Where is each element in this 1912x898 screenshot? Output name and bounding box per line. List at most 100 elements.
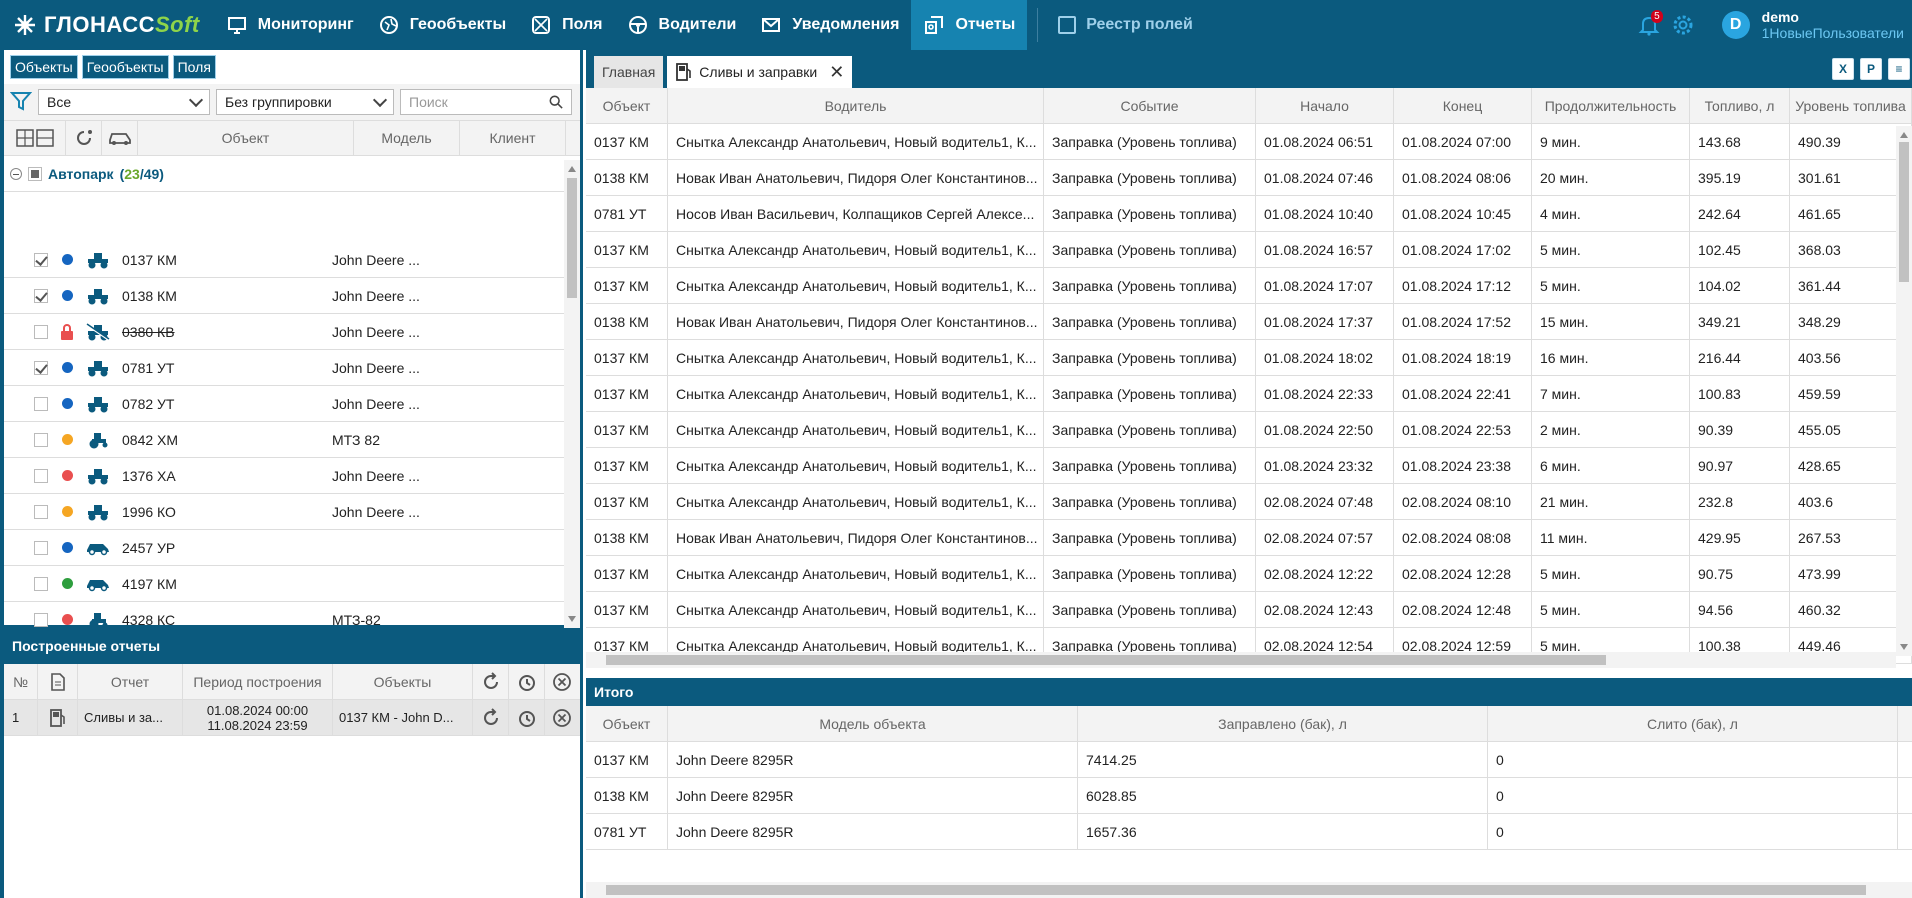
- expand-collapse-icon[interactable]: [4, 121, 66, 155]
- col-object[interactable]: Объект: [138, 121, 354, 155]
- avatar[interactable]: D: [1721, 11, 1750, 39]
- table-row[interactable]: 0137 КМ Снытка Александр Анатольевич, Нов…: [586, 376, 1912, 412]
- table-row[interactable]: 0137 КМ Снытка Александр Анатольевич, Нов…: [586, 592, 1912, 628]
- table-row[interactable]: 0781 УТ Носов Иван Васильевич, Колпащиков…: [586, 196, 1912, 232]
- table-row[interactable]: 0137 КМ Снытка Александр Анатольевич, Нов…: [586, 232, 1912, 268]
- col-7[interactable]: Уровень топлива: [1790, 88, 1912, 123]
- col-1[interactable]: Водитель: [668, 88, 1044, 123]
- table-row[interactable]: 0137 КМ Снытка Александр Анатольевич, Нов…: [586, 556, 1912, 592]
- table-row[interactable]: 0138 КМ Новак Иван Анатольевич, Пидоря Ол…: [586, 520, 1912, 556]
- total-row[interactable]: 0781 УТ John Deere 8295R 1657.36 0: [586, 814, 1912, 850]
- group-checkbox[interactable]: [28, 166, 42, 181]
- filter-icon[interactable]: [9, 90, 33, 115]
- events-vscrollbar[interactable]: [1896, 126, 1912, 656]
- scroll-up-icon[interactable]: [1900, 132, 1908, 138]
- object-checkbox[interactable]: [34, 288, 48, 303]
- events-hscroll-thumb[interactable]: [606, 655, 1606, 665]
- nav-item-1[interactable]: Геообъекты: [366, 0, 518, 50]
- total-col-2[interactable]: Заправлено (бак), л: [1078, 706, 1488, 741]
- table-row[interactable]: 0137 КМ Снытка Александр Анатольевич, Нов…: [586, 124, 1912, 160]
- field-registry-toggle[interactable]: Реестр полей: [1048, 0, 1203, 50]
- object-checkbox[interactable]: [34, 540, 48, 555]
- report-history-icon[interactable]: [509, 700, 545, 735]
- table-row[interactable]: 0138 КМ Новак Иван Анатольевич, Пидоря Ол…: [586, 304, 1912, 340]
- user-info[interactable]: demo 1НовыеПользователи: [1762, 9, 1904, 41]
- scroll-down-icon[interactable]: [568, 616, 576, 622]
- total-col-0[interactable]: Объект: [586, 706, 668, 741]
- close-all-icon[interactable]: [545, 664, 579, 699]
- objects-scroll-thumb[interactable]: [567, 178, 577, 298]
- field-registry-checkbox[interactable]: [1058, 16, 1077, 34]
- object-checkbox[interactable]: [34, 504, 48, 519]
- total-col-3[interactable]: Слито (бак), л: [1488, 706, 1898, 741]
- events-hscrollbar[interactable]: [586, 652, 1896, 668]
- report-row[interactable]: 1 Сливы и за... 01.08.2024 00:00 11.08.2024…: [4, 700, 580, 736]
- refresh-status-icon[interactable]: [66, 121, 102, 155]
- object-row[interactable]: 1376 ХА John Deere ...: [4, 458, 564, 494]
- object-row[interactable]: 1996 КО John Deere ...: [4, 494, 564, 530]
- totals-hscroll-thumb[interactable]: [606, 885, 1866, 895]
- nav-item-4[interactable]: Уведомления: [748, 0, 911, 50]
- notifications-button[interactable]: 5: [1638, 10, 1663, 36]
- table-row[interactable]: 0137 КМ Снытка Александр Анатольевич, Нов…: [586, 484, 1912, 520]
- events-vscroll-thumb[interactable]: [1899, 142, 1909, 282]
- total-col-1[interactable]: Модель объекта: [668, 706, 1078, 741]
- col-3[interactable]: Начало: [1256, 88, 1394, 123]
- object-row[interactable]: 4197 КМ: [4, 566, 564, 602]
- table-row[interactable]: 0137 КМ Снытка Александр Анатольевич, Нов…: [586, 340, 1912, 376]
- scroll-up-icon[interactable]: [568, 166, 576, 172]
- total-row[interactable]: 0138 КМ John Deere 8295R 6028.85 0: [586, 778, 1912, 814]
- switch-0[interactable]: Объекты: [10, 55, 78, 79]
- col-4[interactable]: Конец: [1394, 88, 1532, 123]
- object-checkbox[interactable]: [34, 576, 48, 591]
- gear-icon[interactable]: [1672, 14, 1694, 36]
- col-client[interactable]: Клиент: [460, 121, 566, 155]
- col-model[interactable]: Модель: [354, 121, 460, 155]
- table-row[interactable]: 0137 КМ Снытка Александр Анатольевич, Нов…: [586, 412, 1912, 448]
- object-checkbox[interactable]: [34, 324, 48, 339]
- rebuild-report-icon[interactable]: [473, 700, 509, 735]
- object-row[interactable]: 0380 КВ John Deere ...: [4, 314, 564, 350]
- brand-logo[interactable]: ГЛОНАСС Soft: [0, 0, 214, 50]
- col-0[interactable]: Объект: [586, 88, 668, 123]
- object-checkbox[interactable]: [34, 612, 48, 627]
- object-checkbox[interactable]: [34, 432, 48, 447]
- excel-export-icon[interactable]: X: [1832, 58, 1854, 80]
- switch-2[interactable]: Поля: [172, 55, 216, 79]
- col-5[interactable]: Продолжительность: [1532, 88, 1690, 123]
- history-icon[interactable]: [509, 664, 545, 699]
- pdf-export-icon[interactable]: P: [1860, 58, 1882, 80]
- doc-export-icon[interactable]: ≡: [1888, 58, 1910, 80]
- totals-hscrollbar[interactable]: [586, 882, 1912, 898]
- collapse-icon[interactable]: [10, 167, 22, 180]
- table-row[interactable]: 0137 КМ Снытка Александр Анатольевич, Нов…: [586, 268, 1912, 304]
- tab-drains-refills[interactable]: Сливы и заправки ✕: [667, 56, 853, 88]
- search-input[interactable]: Поиск: [400, 89, 572, 115]
- object-row[interactable]: 0781 УТ John Deere ...: [4, 350, 564, 386]
- nav-item-2[interactable]: Поля: [518, 0, 614, 50]
- object-row[interactable]: 2457 УР: [4, 530, 564, 566]
- scroll-down-icon[interactable]: [1900, 644, 1908, 650]
- grouping-select[interactable]: Без группировки: [216, 89, 394, 115]
- object-row[interactable]: 0138 КМ John Deere ...: [4, 278, 564, 314]
- total-row[interactable]: 0137 КМ John Deere 8295R 7414.25 0: [586, 742, 1912, 778]
- switch-1[interactable]: Геообъекты: [81, 55, 169, 79]
- table-row[interactable]: 0137 КМ Снытка Александр Анатольевич, Нов…: [586, 448, 1912, 484]
- object-row[interactable]: 4328 КС МТЗ-82: [4, 602, 564, 628]
- objects-scrollbar[interactable]: [564, 160, 580, 628]
- delete-report-icon[interactable]: [545, 700, 579, 735]
- object-row[interactable]: 0782 УТ John Deere ...: [4, 386, 564, 422]
- refresh-all-icon[interactable]: [473, 664, 509, 699]
- tab-home[interactable]: Главная: [594, 56, 664, 88]
- object-checkbox[interactable]: [34, 360, 48, 375]
- close-tab-icon[interactable]: ✕: [829, 62, 844, 83]
- object-checkbox[interactable]: [34, 396, 48, 411]
- object-row[interactable]: 0137 КМ John Deere ...: [4, 242, 564, 278]
- table-row[interactable]: 0138 КМ Новак Иван Анатольевич, Пидоря Ол…: [586, 160, 1912, 196]
- nav-item-5[interactable]: Отчеты: [911, 0, 1028, 50]
- object-checkbox[interactable]: [34, 252, 48, 267]
- col-6[interactable]: Топливо, л: [1690, 88, 1790, 123]
- object-row[interactable]: 0842 ХМ МТЗ 82: [4, 422, 564, 458]
- nav-item-3[interactable]: Водители: [615, 0, 749, 50]
- object-checkbox[interactable]: [34, 468, 48, 483]
